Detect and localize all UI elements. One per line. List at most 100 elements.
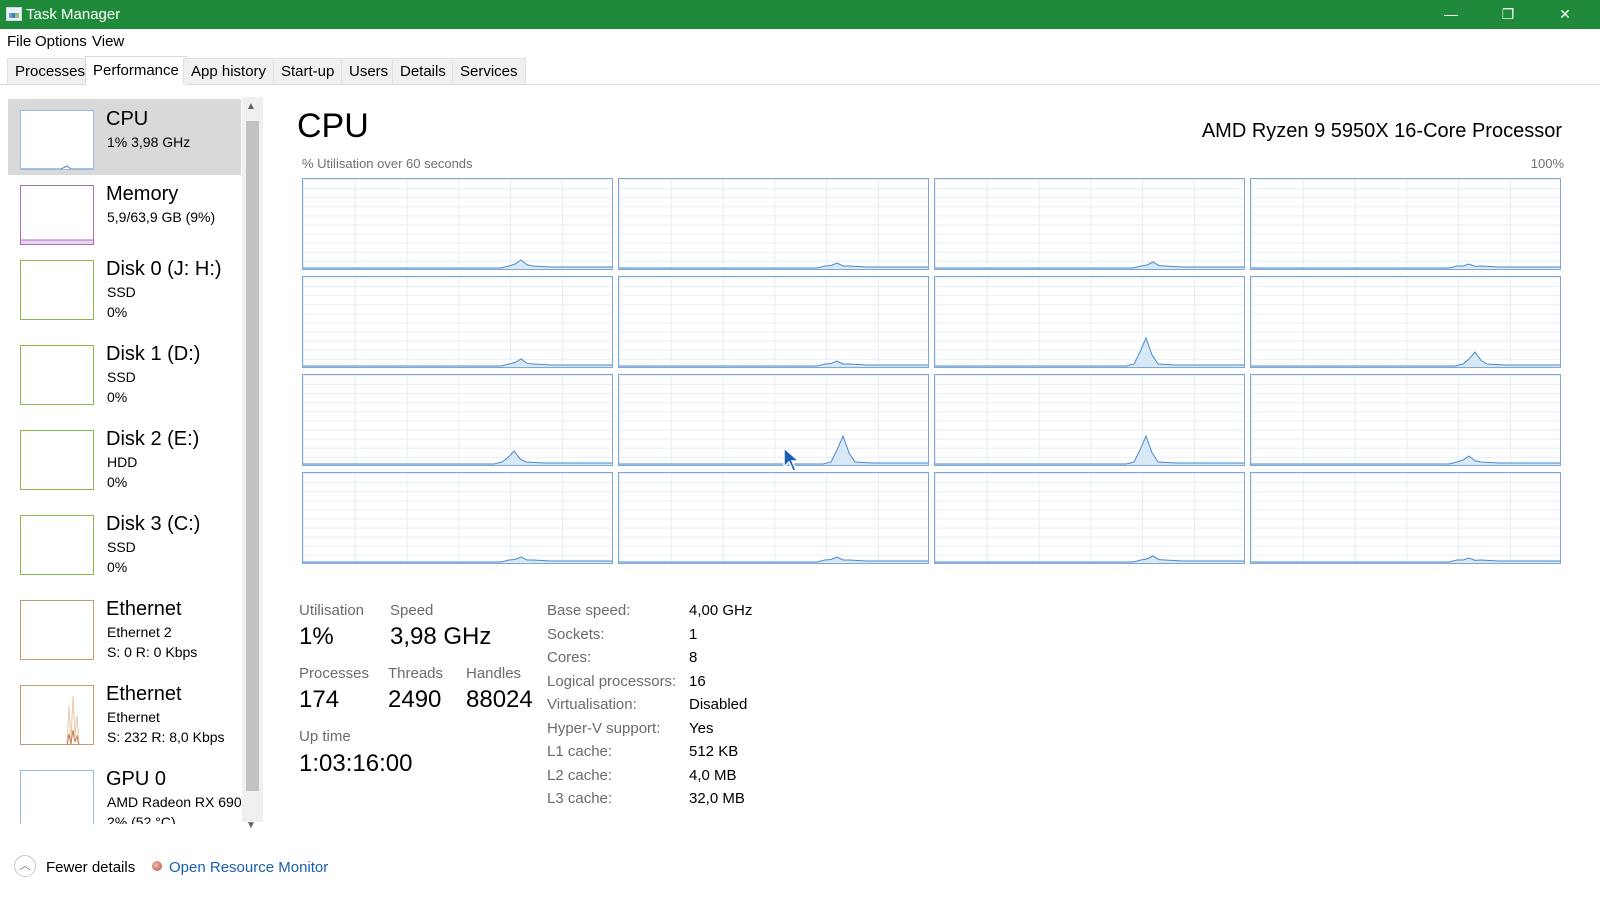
sidebar-item-name: Disk 0 (J: H:) [106,258,222,280]
spec-value: 8 [689,649,698,666]
menu-view[interactable]: View [92,33,124,50]
spec-label: L2 cache: [547,767,613,784]
uptime-label: Up time [299,728,351,745]
disk-thumbnail-graph [20,260,94,320]
utilisation-value: 1% [299,623,334,650]
fewer-details-button[interactable]: Fewer details [46,859,135,876]
task-manager-app-icon [6,7,22,21]
tab-app-history[interactable]: App history [183,58,275,84]
uptime-value: 1:03:16:00 [299,750,413,777]
handles-label: Handles [466,665,522,682]
footer: ︿ Fewer details Open Resource Monitor [0,852,1600,882]
sidebar-item-usage: 0% [107,474,128,490]
tab-services[interactable]: Services [452,58,526,84]
cpu-model-name: AMD Ryzen 9 5950X 16-Core Processor [1201,120,1562,142]
disk-thumbnail-graph [20,515,94,575]
memory-thumbnail-graph [20,185,94,245]
logical-processor-graph [302,276,613,368]
sidebar-item-gpu-0[interactable]: GPU 0 AMD Radeon RX 690 2% (52 °C) [8,759,241,824]
tab-details[interactable]: Details [392,58,454,84]
tab-start-up[interactable]: Start-up [273,58,343,84]
resource-monitor-icon [152,861,162,871]
spec-value: 1 [689,626,698,643]
page-title: CPU [297,107,369,145]
sidebar-item-name: Disk 3 (C:) [106,513,201,535]
minimize-button[interactable]: — [1423,0,1479,29]
logical-processor-graph [618,178,929,270]
sidebar-item-name: Memory [106,183,179,205]
sidebar-item-usage: 0% [107,559,128,575]
sidebar-item-name: Disk 2 (E:) [106,428,200,450]
logical-processor-graph [934,472,1245,564]
restore-button[interactable]: ❐ [1480,0,1536,29]
minimize-icon: — [1444,6,1458,22]
speed-value: 3,98 GHz [390,623,492,650]
sidebar-item-type: SSD [107,284,136,300]
sidebar-item-disk-0[interactable]: Disk 0 (J: H:) SSD 0% [8,249,241,325]
logical-processor-graph [1250,472,1561,564]
sidebar-item-name: Ethernet [106,683,182,705]
sidebar-item-ethernet-2[interactable]: Ethernet Ethernet 2 S: 0 R: 0 Kbps [8,589,241,665]
title-bar: Task Manager — ❐ ✕ [0,0,1600,29]
mouse-cursor-icon [783,446,802,478]
logical-processor-graph [1250,178,1561,270]
sidebar-item-detail: 5,9/63,9 GB (9%) [107,209,216,225]
sidebar-item-name: Ethernet [106,598,182,620]
spec-label: Logical processors: [547,673,677,690]
logical-processor-graph [302,374,613,466]
sidebar-item-ethernet[interactable]: Ethernet Ethernet S: 232 R: 8,0 Kbps [8,674,241,750]
disk-thumbnail-graph [20,345,94,405]
cpu-thumbnail-graph [20,110,94,170]
chevron-up-icon[interactable]: ︿ [14,855,36,877]
sidebar-item-disk-2[interactable]: Disk 2 (E:) HDD 0% [8,419,241,495]
spec-value: Disabled [689,696,748,713]
sidebar-item-disk-1[interactable]: Disk 1 (D:) SSD 0% [8,334,241,410]
processes-value: 174 [299,686,340,713]
logical-processor-graph [618,276,929,368]
speed-label: Speed [390,602,434,619]
open-resource-monitor-link[interactable]: Open Resource Monitor [169,859,328,876]
logical-processor-graph [618,472,929,564]
logical-processor-graph [934,178,1245,270]
sidebar-item-name: CPU [106,108,149,130]
spec-value: 512 KB [689,743,739,760]
scrollbar-thumb[interactable] [246,121,259,791]
spec-value: 4,0 MB [689,767,737,784]
menu-file[interactable]: File [7,33,31,50]
sidebar-item-detail: 1% 3,98 GHz [107,134,191,150]
threads-value: 2490 [388,686,442,713]
ethernet-thumbnail-graph [20,600,94,660]
chevron-down-icon[interactable]: ▼ [246,820,256,831]
sidebar-item-usage: 0% [107,389,128,405]
handles-value: 88024 [466,686,533,713]
chevron-up-icon[interactable]: ▲ [246,101,256,112]
graph-max-label: 100% [1530,156,1564,171]
close-button[interactable]: ✕ [1537,0,1593,29]
spec-label: Hyper-V support: [547,720,661,737]
tab-processes[interactable]: Processes [7,58,94,84]
window-title: Task Manager [26,6,121,23]
sidebar-item-name: Disk 1 (D:) [106,343,201,365]
sidebar-item-adapter: Ethernet 2 [107,624,172,640]
spec-value: Yes [689,720,714,737]
ethernet-thumbnail-graph [20,685,94,745]
spec-label: Virtualisation: [547,696,637,713]
sidebar-item-usage: 0% [107,304,128,320]
sidebar-item-type: SSD [107,539,136,555]
close-icon: ✕ [1559,6,1571,22]
tab-performance[interactable]: Performance [85,56,187,85]
sidebar-item-disk-3[interactable]: Disk 3 (C:) SSD 0% [8,504,241,580]
sidebar-item-cpu[interactable]: CPU 1% 3,98 GHz [8,99,241,175]
menu-options[interactable]: Options [35,33,87,50]
spec-label: Base speed: [547,602,631,619]
sidebar-item-usage: 2% (52 °C) [107,814,176,824]
logical-processor-graph [1250,374,1561,466]
sidebar-item-type: SSD [107,369,136,385]
logical-processor-graph [618,374,929,466]
sidebar-item-memory[interactable]: Memory 5,9/63,9 GB (9%) [8,174,241,250]
processes-label: Processes [299,665,370,682]
spec-label: L3 cache: [547,790,613,807]
tab-users[interactable]: Users [341,58,397,84]
sidebar-item-adapter: Ethernet [107,709,160,725]
spec-label: Cores: [547,649,592,666]
